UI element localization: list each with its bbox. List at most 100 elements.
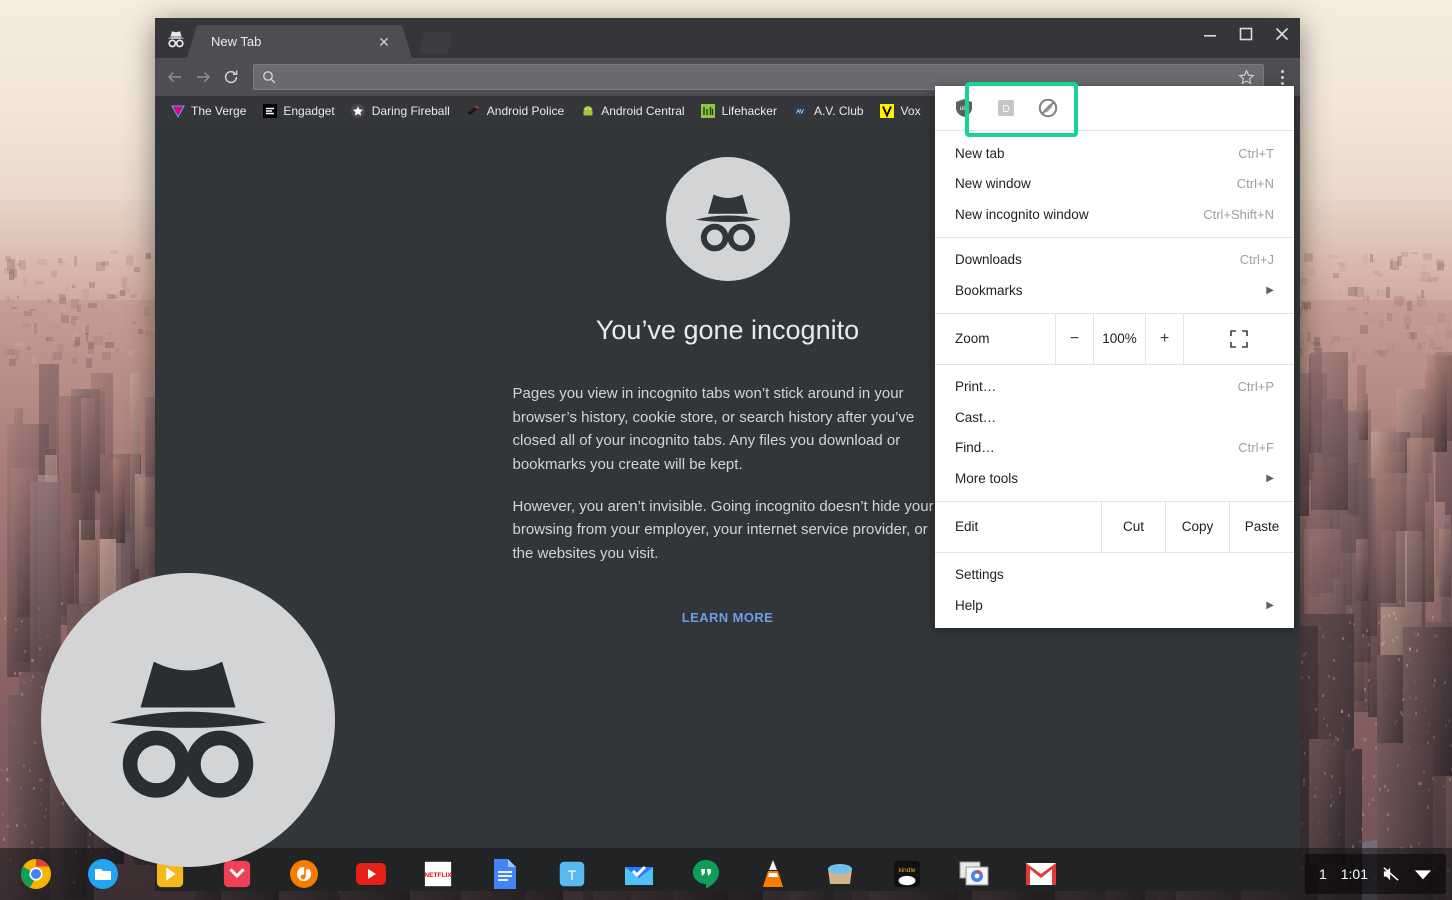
- menu-item-label: Settings: [955, 567, 1004, 583]
- zoom-out-button[interactable]: −: [1056, 313, 1094, 364]
- zoom-in-button[interactable]: +: [1146, 313, 1184, 364]
- menu-item-label: New window: [955, 176, 1031, 192]
- forward-arrow-icon[interactable]: [189, 63, 217, 91]
- bookmark-label: A.V. Club: [813, 103, 864, 118]
- menu-item-label: New incognito window: [955, 206, 1089, 222]
- bookmark-the-verge[interactable]: The Verge: [163, 100, 253, 121]
- menu-item-accelerator: Ctrl+N: [1236, 176, 1274, 192]
- star-icon[interactable]: [1238, 68, 1255, 86]
- svg-text:T: T: [567, 867, 576, 883]
- shelf-item-files[interactable]: [69, 848, 136, 900]
- omnibox-input[interactable]: [283, 69, 1238, 85]
- paste-button[interactable]: Paste: [1230, 502, 1294, 552]
- clock-time: 1:01: [1340, 866, 1368, 882]
- menu-item-label: New tab: [955, 145, 1005, 161]
- bookmark-android-police[interactable]: Android Police: [459, 100, 571, 121]
- vlc-app-icon: [756, 857, 790, 891]
- menu-item-cast[interactable]: Cast…: [935, 402, 1294, 433]
- menu-item-label: Find…: [955, 440, 995, 456]
- shelf-item-gmail[interactable]: [1007, 848, 1074, 900]
- lifehacker-icon: [701, 103, 716, 118]
- engadget-icon: [262, 103, 277, 118]
- mute-icon[interactable]: [1382, 866, 1400, 882]
- menu-item-accelerator: Ctrl+J: [1239, 252, 1274, 268]
- shelf-item-vlc[interactable]: [739, 848, 806, 900]
- page-title: You’ve gone incognito: [595, 315, 860, 345]
- menu-item-settings[interactable]: Settings: [935, 560, 1294, 591]
- close-icon[interactable]: ✕: [376, 35, 392, 49]
- bookmark-label: Vox: [900, 103, 921, 118]
- zoom-label: Zoom: [935, 313, 1056, 364]
- shelf-item-keep[interactable]: [806, 848, 873, 900]
- shelf-item-chrome-windows[interactable]: [940, 848, 1007, 900]
- bookmark-av-club[interactable]: AV A.V. Club: [786, 100, 871, 121]
- wifi-icon[interactable]: [1414, 867, 1432, 881]
- menu-item-label: Bookmarks: [955, 282, 1023, 298]
- learn-more-link[interactable]: LEARN MORE: [682, 610, 773, 625]
- bookmark-engadget[interactable]: Engadget: [255, 100, 341, 121]
- menu-item-print[interactable]: Print… Ctrl+P: [935, 372, 1294, 403]
- menu-item-new-window[interactable]: New window Ctrl+N: [935, 169, 1294, 200]
- menu-item-help[interactable]: Help ▶: [935, 590, 1294, 621]
- reload-icon[interactable]: [217, 63, 245, 91]
- svg-text:NETFLIX: NETFLIX: [424, 872, 452, 879]
- system-tray[interactable]: 1 1:01: [1304, 854, 1446, 894]
- bookmark-label: Android Police: [486, 103, 565, 118]
- vox-icon: [880, 103, 895, 118]
- bookmark-daring-fireball[interactable]: Daring Fireball: [344, 100, 457, 121]
- todoist-app-icon: T: [555, 857, 589, 891]
- menu-group-library: Downloads Ctrl+J Bookmarks ▶: [935, 238, 1294, 313]
- fullscreen-icon[interactable]: [1184, 314, 1294, 364]
- bookmark-label: Daring Fireball: [371, 103, 450, 118]
- incognito-hat-icon: [665, 157, 790, 281]
- shelf-item-hangouts[interactable]: [672, 848, 739, 900]
- bookmark-vox[interactable]: Vox: [873, 100, 928, 121]
- android-police-icon: [466, 103, 481, 118]
- extensions-row: uO D: [935, 86, 1294, 130]
- verge-icon: [170, 103, 185, 118]
- back-arrow-icon[interactable]: [161, 63, 189, 91]
- shelf-item-todoist[interactable]: T: [538, 848, 605, 900]
- browser-tab[interactable]: New Tab ✕: [197, 25, 402, 58]
- bookmark-android-central[interactable]: Android Central: [573, 100, 691, 121]
- menu-item-bookmarks[interactable]: Bookmarks ▶: [935, 275, 1294, 306]
- cut-button[interactable]: Cut: [1102, 501, 1166, 552]
- menu-item-label: Print…: [955, 379, 997, 395]
- shelf-item-chrome[interactable]: [2, 848, 69, 900]
- chrome-three-dot-menu: uO D New tab Ctrl+T New window Ctrl+N Ne…: [935, 86, 1294, 628]
- bookmark-label: Lifehacker: [721, 103, 777, 118]
- menu-item-downloads[interactable]: Downloads Ctrl+J: [935, 245, 1294, 276]
- ublock-origin-icon[interactable]: uO: [953, 97, 975, 119]
- menu-item-label: Downloads: [955, 252, 1022, 268]
- menu-item-new-tab[interactable]: New tab Ctrl+T: [935, 138, 1294, 169]
- menu-item-new-incognito-window[interactable]: New incognito window Ctrl+Shift+N: [935, 199, 1294, 230]
- shelf-item-kindle-cloud[interactable]: kindle: [873, 848, 940, 900]
- android-central-icon: [580, 103, 595, 118]
- menu-item-accelerator: Ctrl+P: [1237, 379, 1274, 395]
- menu-item-more-tools[interactable]: More tools ▶: [935, 463, 1294, 494]
- maximize-button[interactable]: [1228, 18, 1264, 50]
- chevron-right-icon: ▶: [1266, 599, 1274, 611]
- minimize-button[interactable]: [1192, 18, 1228, 50]
- close-button[interactable]: [1264, 18, 1300, 50]
- menu-edit-row: Edit Cut Copy Paste: [935, 501, 1294, 552]
- new-tab-button[interactable]: [420, 32, 452, 54]
- shelf-item-netflix[interactable]: NETFLIX: [404, 848, 471, 900]
- copy-button[interactable]: Copy: [1166, 501, 1230, 552]
- tab-title: New Tab: [211, 34, 262, 49]
- menu-item-label: More tools: [955, 470, 1019, 486]
- disconnect-icon[interactable]: D: [995, 97, 1017, 119]
- menu-item-find[interactable]: Find… Ctrl+F: [935, 433, 1294, 464]
- shelf-item-play-music[interactable]: [270, 848, 337, 900]
- shelf-item-inbox[interactable]: [605, 848, 672, 900]
- shelf-item-youtube[interactable]: [337, 848, 404, 900]
- bookmark-lifehacker[interactable]: Lifehacker: [694, 100, 784, 121]
- menu-item-label: Help: [955, 597, 983, 613]
- star-icon: [351, 103, 366, 118]
- google-docs-app-icon: [488, 857, 522, 891]
- menu-item-accelerator: Ctrl+T: [1238, 145, 1274, 161]
- adblock-icon[interactable]: [1037, 97, 1059, 119]
- edit-label: Edit: [935, 501, 1102, 552]
- shelf-item-google-docs[interactable]: [471, 848, 538, 900]
- menu-item-label: Cast…: [955, 409, 997, 425]
